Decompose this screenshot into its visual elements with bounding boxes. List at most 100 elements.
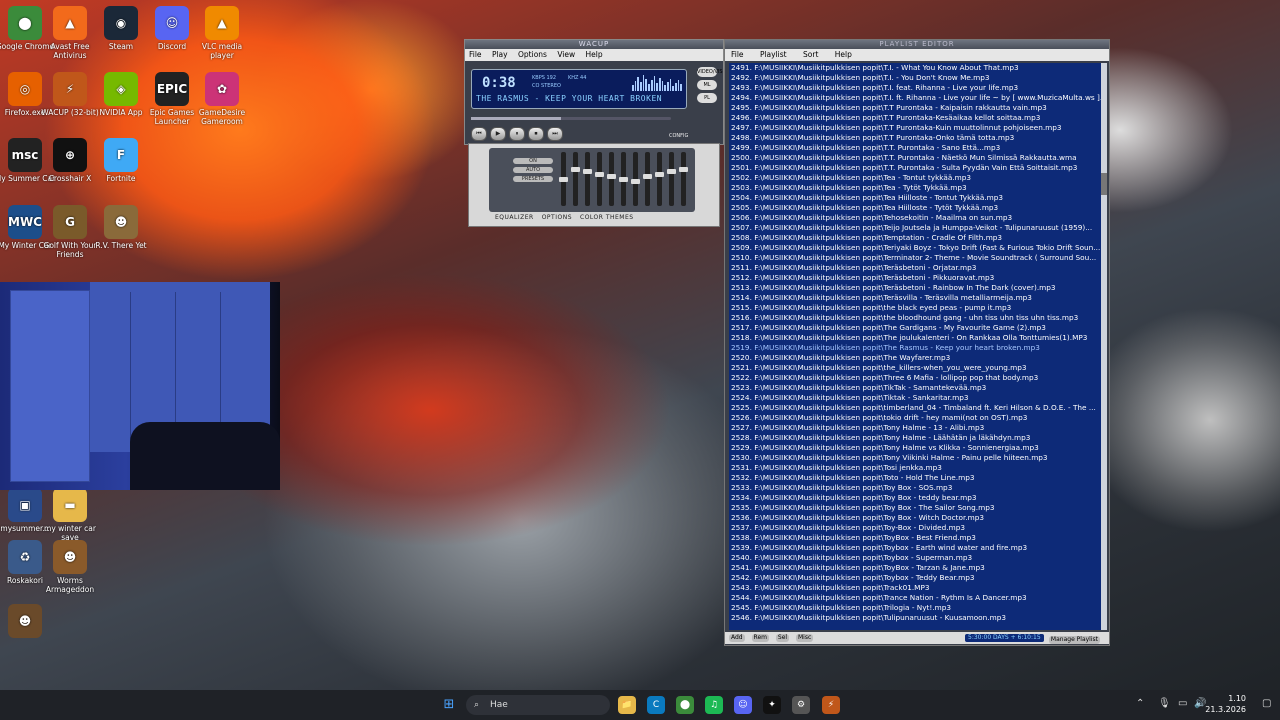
playlist-row[interactable]: 2520. F:\MUSIIKKI\Musiikitpulkkisen popi… [729,353,1101,363]
eq-slider-knob[interactable] [559,177,568,182]
eq-slider-knob[interactable] [595,172,604,177]
spotify-icon[interactable]: ♫ [705,696,723,714]
playlist-row[interactable]: 2534. F:\MUSIIKKI\Musiikitpulkkisen popi… [729,493,1101,503]
playlist-row[interactable]: 2504. F:\MUSIIKKI\Musiikitpulkkisen popi… [729,193,1101,203]
playlist-menu-playlist[interactable]: Playlist [760,50,787,59]
tab-options[interactable]: OPTIONS [542,214,572,221]
playlist-row[interactable]: 2522. F:\MUSIIKKI\Musiikitpulkkisen popi… [729,373,1101,383]
playlist-row[interactable]: 2501. F:\MUSIIKKI\Musiikitpulkkisen popi… [729,163,1101,173]
playlist-row[interactable]: 2516. F:\MUSIIKKI\Musiikitpulkkisen popi… [729,313,1101,323]
playlist-row[interactable]: 2492. F:\MUSIIKKI\Musiikitpulkkisen popi… [729,73,1101,83]
desktop-icon[interactable]: ☻ [0,604,56,640]
eq-slider-knob[interactable] [571,167,580,172]
playlist-row[interactable]: 2499. F:\MUSIIKKI\Musiikitpulkkisen popi… [729,143,1101,153]
eq-slider-knob[interactable] [679,167,688,172]
playlist-row[interactable]: 2502. F:\MUSIIKKI\Musiikitpulkkisen popi… [729,173,1101,183]
playlist-row[interactable]: 2541. F:\MUSIIKKI\Musiikitpulkkisen popi… [729,563,1101,573]
desktop-icon[interactable]: ▬ my winter car save [39,488,101,542]
misc-button[interactable]: Misc [796,634,814,642]
taskbar-search[interactable]: ⌕ Hae [466,695,610,715]
eq-slider-knob[interactable] [667,169,676,174]
eq-slider-knob[interactable] [631,179,640,184]
playlist-row[interactable]: 2545. F:\MUSIIKKI\Musiikitpulkkisen popi… [729,603,1101,613]
taskbar-clock[interactable]: 1.10 21.3.2026 [1205,693,1246,715]
microphone-icon[interactable]: 🎙 [1158,698,1171,709]
eq-auto-button[interactable]: AUTO [513,167,553,173]
playlist-toggle-button[interactable]: PL [697,93,717,103]
wacup-title[interactable]: WACUP [465,40,723,49]
playlist-row[interactable]: 2539. F:\MUSIIKKI\Musiikitpulkkisen popi… [729,543,1101,553]
eq-band-slider[interactable] [667,152,676,206]
playlist-row[interactable]: 2508. F:\MUSIIKKI\Musiikitpulkkisen popi… [729,233,1101,243]
select-button[interactable]: Sel [775,634,790,642]
video-vis-button[interactable]: VIDEO/VIS [697,67,723,77]
playlist-track-list[interactable]: 2491. F:\MUSIIKKI\Musiikitpulkkisen popi… [729,63,1101,630]
eq-band-slider[interactable] [583,152,592,206]
eq-slider-knob[interactable] [583,169,592,174]
playlist-row[interactable]: 2521. F:\MUSIIKKI\Musiikitpulkkisen popi… [729,363,1101,373]
playlist-row[interactable]: 2509. F:\MUSIIKKI\Musiikitpulkkisen popi… [729,243,1101,253]
playlist-row[interactable]: 2497. F:\MUSIIKKI\Musiikitpulkkisen popi… [729,123,1101,133]
desktop-icon[interactable]: ☻ R.V. There Yet [90,205,152,250]
desktop-icon[interactable]: F Fortnite [90,138,152,183]
edge-icon[interactable]: C [647,696,665,714]
playlist-row[interactable]: 2510. F:\MUSIIKKI\Musiikitpulkkisen popi… [729,253,1101,263]
settings-icon[interactable]: ⚙ [792,696,810,714]
playlist-row[interactable]: 2503. F:\MUSIIKKI\Musiikitpulkkisen popi… [729,183,1101,193]
playlist-row[interactable]: 2515. F:\MUSIIKKI\Musiikitpulkkisen popi… [729,303,1101,313]
playlist-row[interactable]: 2544. F:\MUSIIKKI\Musiikitpulkkisen popi… [729,593,1101,603]
start-icon[interactable]: ⊞ [440,696,458,714]
manage-playlist-button[interactable]: Manage Playlist [1048,636,1100,644]
eq-band-slider[interactable] [559,152,568,206]
playlist-row[interactable]: 2505. F:\MUSIIKKI\Musiikitpulkkisen popi… [729,203,1101,213]
playlist-menu-file[interactable]: File [731,50,744,59]
desktop-icon[interactable]: ✿ GameDesire Gameroom [191,72,253,126]
media-library-button[interactable]: ML [697,80,717,90]
playlist-row[interactable]: 2498. F:\MUSIIKKI\Musiikitpulkkisen popi… [729,133,1101,143]
playlist-row[interactable]: 2506. F:\MUSIIKKI\Musiikitpulkkisen popi… [729,213,1101,223]
wacup-menu-view[interactable]: View [557,50,575,59]
playlist-row[interactable]: 2538. F:\MUSIIKKI\Musiikitpulkkisen popi… [729,533,1101,543]
play-time[interactable]: 0:38 [482,75,516,91]
eq-band-slider[interactable] [631,152,640,206]
playlist-row[interactable]: 2500. F:\MUSIIKKI\Musiikitpulkkisen popi… [729,153,1101,163]
remove-button[interactable]: Rem [751,634,769,642]
playlist-row[interactable]: 2529. F:\MUSIIKKI\Musiikitpulkkisen popi… [729,443,1101,453]
playlist-row[interactable]: 2537. F:\MUSIIKKI\Musiikitpulkkisen popi… [729,523,1101,533]
eq-band-slider[interactable] [595,152,604,206]
add-button[interactable]: Add [729,634,745,642]
playlist-row[interactable]: 2517. F:\MUSIIKKI\Musiikitpulkkisen popi… [729,323,1101,333]
playlist-row[interactable]: 2524. F:\MUSIIKKI\Musiikitpulkkisen popi… [729,393,1101,403]
playlist-row[interactable]: 2543. F:\MUSIIKKI\Musiikitpulkkisen popi… [729,583,1101,593]
eq-slider-knob[interactable] [607,174,616,179]
playlist-row[interactable]: 2532. F:\MUSIIKKI\Musiikitpulkkisen popi… [729,473,1101,483]
eq-slider-knob[interactable] [643,174,652,179]
network-icon[interactable]: ▭ [1178,698,1187,709]
previous-button[interactable]: ⏮ [471,127,487,141]
playlist-row[interactable]: 2536. F:\MUSIIKKI\Musiikitpulkkisen popi… [729,513,1101,523]
playlist-scrollbar[interactable] [1101,63,1107,630]
playlist-row[interactable]: 2533. F:\MUSIIKKI\Musiikitpulkkisen popi… [729,483,1101,493]
eq-slider-knob[interactable] [655,172,664,177]
eq-presets-button[interactable]: PRESETS [513,176,553,182]
playlist-menu-help[interactable]: Help [835,50,852,59]
eq-slider-knob[interactable] [619,177,628,182]
playlist-row[interactable]: 2540. F:\MUSIIKKI\Musiikitpulkkisen popi… [729,553,1101,563]
playlist-row[interactable]: 2494. F:\MUSIIKKI\Musiikitpulkkisen popi… [729,93,1101,103]
playlist-row[interactable]: 2527. F:\MUSIIKKI\Musiikitpulkkisen popi… [729,423,1101,433]
next-button[interactable]: ⏭ [547,127,563,141]
wacup-menu-options[interactable]: Options [518,50,547,59]
notification-icon[interactable]: ▢ [1262,698,1271,709]
play-button[interactable]: ▶ [490,127,506,141]
pause-button[interactable]: ⏸ [509,127,525,141]
playlist-row[interactable]: 2493. F:\MUSIIKKI\Musiikitpulkkisen popi… [729,83,1101,93]
file-explorer-icon[interactable]: 📁 [618,696,636,714]
playlist-row[interactable]: 2513. F:\MUSIIKKI\Musiikitpulkkisen popi… [729,283,1101,293]
search-input[interactable]: Hae [490,695,508,715]
eq-band-slider[interactable] [655,152,664,206]
discord-icon[interactable]: ☺ [734,696,752,714]
playlist-row[interactable]: 2491. F:\MUSIIKKI\Musiikitpulkkisen popi… [729,63,1101,73]
playlist-row[interactable]: 2546. F:\MUSIIKKI\Musiikitpulkkisen popi… [729,613,1101,623]
playlist-row[interactable]: 2542. F:\MUSIIKKI\Musiikitpulkkisen popi… [729,573,1101,583]
desktop-icon[interactable]: ☻ Worms Armageddon [39,540,101,594]
